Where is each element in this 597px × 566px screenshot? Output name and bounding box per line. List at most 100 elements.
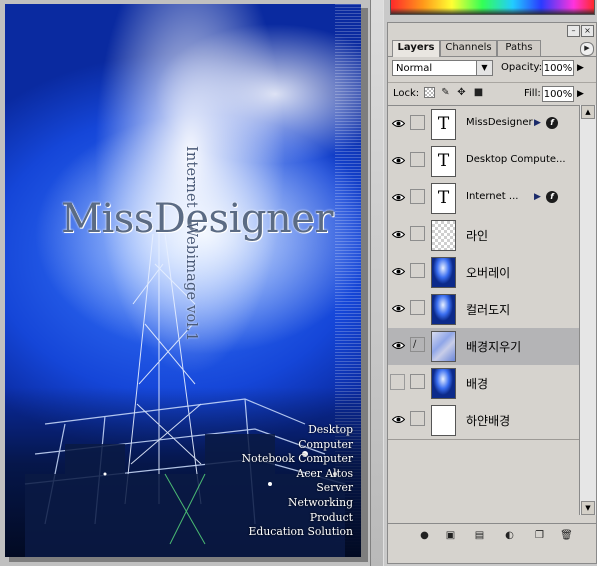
opacity-slider-arrow-icon[interactable]: ▶ — [577, 63, 584, 73]
fill-field[interactable]: 100% — [542, 86, 574, 102]
eye-icon — [392, 194, 405, 201]
visibility-toggle[interactable] — [390, 294, 407, 324]
layers-bottom-bar: ● ▣ ▤ ◐ ❐ 🗑 — [388, 523, 596, 548]
layer-row-missdesigner[interactable]: T MissDesigner ▶ f — [388, 106, 579, 144]
fill-label: Fill: — [524, 88, 541, 99]
link-toggle[interactable] — [410, 152, 425, 167]
chevron-down-icon[interactable]: ▼ — [476, 61, 492, 75]
artboard-vertical-caption: Internet Webimage vol.1 — [183, 146, 199, 342]
layer-row-desktop[interactable]: T Desktop Compute... — [388, 143, 579, 181]
expand-arrow-icon[interactable]: ▶ — [534, 118, 541, 128]
text-layer-thumb: T — [431, 183, 456, 214]
artboard[interactable]: MissDesigner Internet Webimage vol.1 Des… — [5, 4, 361, 557]
artboard-shadow — [361, 8, 368, 561]
expand-arrow-icon[interactable]: ▶ — [534, 192, 541, 202]
visibility-toggle[interactable] — [390, 374, 405, 390]
link-toggle[interactable] — [410, 300, 425, 315]
lock-transparency-icon[interactable] — [424, 87, 435, 98]
eye-icon — [392, 268, 405, 275]
tab-channels[interactable]: Channels — [440, 40, 497, 56]
link-toggle[interactable] — [410, 411, 425, 426]
layer-name: 컬러도지 — [466, 303, 511, 317]
visibility-toggle[interactable] — [390, 146, 407, 176]
visibility-toggle[interactable] — [390, 405, 407, 435]
scroll-down-icon[interactable]: ▼ — [581, 501, 595, 515]
layer-row-white-background[interactable]: 하얀배경 — [388, 402, 579, 440]
opacity-field[interactable]: 100% — [542, 60, 574, 76]
tab-paths[interactable]: Paths — [497, 40, 541, 56]
image-layer-thumb — [431, 294, 456, 325]
eye-icon — [392, 157, 405, 164]
lock-all-icon[interactable]: ■ — [473, 87, 484, 98]
effects-indicator[interactable]: ▶ f — [534, 191, 564, 205]
artboard-shadow-bottom — [9, 557, 368, 562]
visibility-toggle[interactable] — [390, 183, 407, 213]
product-item: Notebook Computer — [241, 452, 353, 466]
brush-icon: ∕ — [413, 339, 417, 350]
image-layer-thumb — [431, 331, 456, 362]
visibility-toggle[interactable] — [390, 257, 407, 287]
layer-row-erase-background[interactable]: ∕ 배경지우기 — [388, 328, 579, 366]
layer-style-icon: f — [546, 117, 558, 129]
palette-menu-icon[interactable]: ▶ — [580, 42, 594, 56]
layer-row-line[interactable]: 라인 — [388, 217, 579, 255]
eye-icon — [392, 120, 405, 127]
eye-icon — [392, 231, 405, 238]
layer-row-overlay[interactable]: 오버레이 — [388, 254, 579, 292]
layers-list: T MissDesigner ▶ f T Desktop Compute... — [388, 105, 579, 516]
layer-row-background[interactable]: 배경 — [388, 365, 579, 403]
tab-layers[interactable]: Layers — [392, 40, 440, 57]
effects-indicator[interactable]: ▶ f — [534, 117, 564, 131]
add-mask-icon[interactable]: ▣ — [444, 529, 457, 542]
layer-row-internet[interactable]: T Internet ... ▶ f — [388, 180, 579, 218]
visibility-toggle[interactable] — [390, 109, 407, 139]
eye-icon — [392, 305, 405, 312]
link-toggle[interactable] — [410, 226, 425, 241]
link-toggle[interactable] — [410, 263, 425, 278]
image-layer-thumb — [431, 257, 456, 288]
eye-icon — [392, 416, 405, 423]
scroll-up-icon[interactable]: ▲ — [581, 105, 595, 119]
add-layer-style-icon[interactable]: ● — [418, 529, 431, 542]
layers-palette: – × Layers Channels Paths ▶ Normal ▼ Opa… — [387, 22, 597, 564]
minimize-icon[interactable]: – — [567, 25, 580, 37]
link-toggle[interactable] — [410, 189, 425, 204]
new-set-icon[interactable]: ▤ — [473, 529, 486, 542]
palette-title-bar[interactable]: – × — [388, 23, 596, 38]
lock-pixels-icon[interactable]: ✎ — [440, 87, 451, 98]
product-item: Product — [309, 510, 353, 524]
layer-name: 하얀배경 — [466, 414, 511, 428]
new-adjustment-layer-icon[interactable]: ◐ — [503, 529, 516, 542]
layer-name: Internet ... — [466, 191, 519, 202]
text-layer-thumb: T — [431, 146, 456, 177]
blend-row: Normal ▼ Opacity: 100% ▶ — [388, 59, 596, 81]
new-layer-icon[interactable]: ❐ — [533, 529, 546, 542]
layers-scrollbar[interactable]: ▲ ▼ — [579, 105, 596, 515]
product-item: Networking — [288, 495, 353, 509]
document-canvas-area: MissDesigner Internet Webimage vol.1 Des… — [0, 0, 384, 566]
layer-row-color-dodge[interactable]: 컬러도지 — [388, 291, 579, 329]
white-layer-thumb — [431, 405, 456, 436]
link-toggle[interactable] — [410, 115, 425, 130]
color-ramp[interactable] — [390, 0, 595, 15]
layer-name: 오버레이 — [466, 266, 511, 280]
document-window-edge — [370, 0, 384, 566]
layer-name: MissDesigner — [466, 117, 533, 128]
image-layer-thumb — [431, 368, 456, 399]
lock-row: Lock: ✎ ✥ ■ Fill: 100% ▶ — [388, 82, 596, 105]
link-toggle[interactable] — [410, 374, 425, 389]
trash-icon[interactable]: 🗑 — [560, 529, 573, 542]
fill-slider-arrow-icon[interactable]: ▶ — [577, 89, 584, 99]
product-item: Computer — [298, 437, 353, 451]
layer-style-icon: f — [546, 191, 558, 203]
visibility-toggle[interactable] — [390, 331, 407, 361]
eye-icon — [392, 342, 405, 349]
lock-position-icon[interactable]: ✥ — [456, 87, 467, 98]
layer-name: 배경 — [466, 377, 489, 391]
visibility-toggle[interactable] — [390, 220, 407, 250]
transparent-layer-thumb — [431, 220, 456, 251]
close-icon[interactable]: × — [581, 25, 594, 37]
link-toggle[interactable]: ∕ — [410, 337, 425, 352]
palette-tabs: Layers Channels Paths ▶ — [388, 39, 596, 57]
product-item: Acer Altos — [296, 466, 353, 480]
